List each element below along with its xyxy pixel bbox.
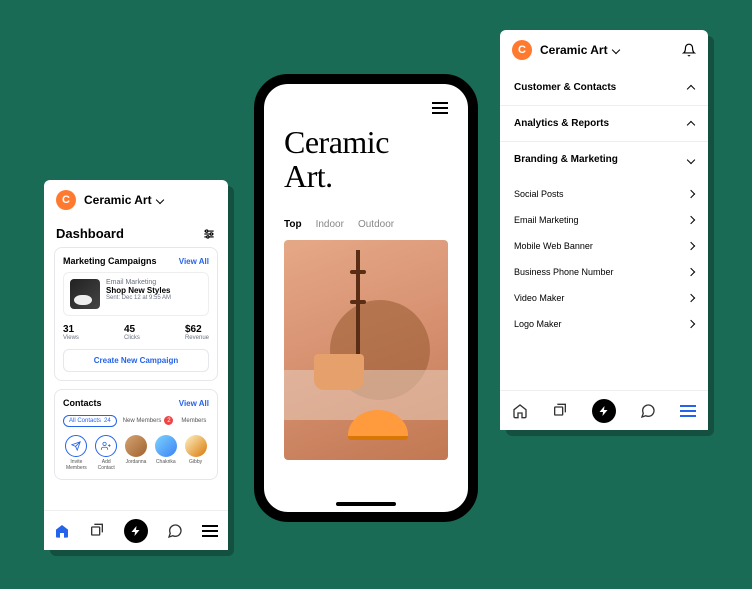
menu-panel: C Ceramic Art Customer & Contacts Analyt…: [500, 30, 708, 430]
invite-members[interactable]: Invite Members: [63, 435, 90, 471]
chevron-down-icon: [611, 46, 619, 54]
site-title: Ceramic Art.: [284, 126, 448, 193]
page-title-row: Dashboard: [44, 220, 228, 247]
bottom-nav: [500, 390, 708, 430]
bell-icon[interactable]: [682, 43, 696, 57]
chevron-up-icon: [687, 121, 695, 129]
campaign-name: Shop New Styles: [106, 286, 171, 295]
stat-revenue: $62Revenue: [185, 324, 209, 341]
brand-dropdown[interactable]: Ceramic Art: [84, 193, 163, 207]
campaign-sent: Sent: Dec 12 at 9:55 AM: [106, 295, 171, 301]
nav-bolt-icon[interactable]: [592, 399, 616, 423]
nav-home-icon[interactable]: [54, 523, 70, 539]
page-title: Dashboard: [56, 226, 124, 241]
marketing-title: Marketing Campaigns: [63, 256, 157, 266]
menu-business-phone[interactable]: Business Phone Number: [500, 259, 708, 285]
marketing-view-all[interactable]: View All: [179, 257, 209, 266]
contacts-title: Contacts: [63, 398, 102, 408]
contacts-card: Contacts View All All Contacts 24 New Me…: [54, 389, 218, 480]
create-campaign-button[interactable]: Create New Campaign: [63, 349, 209, 372]
nav-menu-icon[interactable]: [680, 405, 696, 417]
campaign-item[interactable]: Email Marketing Shop New Styles Sent: De…: [63, 272, 209, 316]
tab-indoor[interactable]: Indoor: [316, 219, 344, 230]
chevron-right-icon: [687, 190, 695, 198]
members-row: Invite Members Add Contact Jordanna Chak…: [63, 435, 209, 471]
settings-icon[interactable]: [202, 227, 216, 241]
menu-mobile-web-banner[interactable]: Mobile Web Banner: [500, 233, 708, 259]
member-chakrika[interactable]: Chakrika: [152, 435, 179, 471]
nav-home-icon[interactable]: [512, 403, 528, 419]
stat-clicks: 45Clicks: [124, 324, 140, 341]
campaign-type: Email Marketing: [106, 279, 171, 286]
chevron-right-icon: [687, 242, 695, 250]
contacts-view-all[interactable]: View All: [179, 399, 209, 408]
brand-dropdown[interactable]: Ceramic Art: [540, 43, 619, 57]
chevron-right-icon: [687, 216, 695, 224]
chevron-right-icon: [687, 294, 695, 302]
nav-screens-icon[interactable]: [89, 523, 105, 539]
nav-chat-icon[interactable]: [167, 523, 183, 539]
header: C Ceramic Art: [500, 30, 708, 70]
chevron-right-icon: [687, 268, 695, 276]
chevron-down-icon: [687, 155, 695, 163]
site-menu-icon[interactable]: [432, 102, 448, 114]
hero-image: [284, 240, 448, 460]
campaign-thumbnail: [70, 279, 100, 309]
menu-email-marketing[interactable]: Email Marketing: [500, 207, 708, 233]
nav-bolt-icon[interactable]: [124, 519, 148, 543]
tab-outdoor[interactable]: Outdoor: [358, 219, 394, 230]
chip-all-contacts[interactable]: All Contacts 24: [63, 415, 117, 427]
campaign-text: Email Marketing Shop New Styles Sent: De…: [106, 279, 171, 309]
chip-members[interactable]: Members: [179, 416, 208, 426]
section-branding-marketing[interactable]: Branding & Marketing: [500, 142, 708, 177]
category-tabs: Top Indoor Outdoor: [284, 219, 448, 230]
member-jordanna[interactable]: Jordanna: [123, 435, 150, 471]
nav-menu-icon[interactable]: [202, 525, 218, 537]
section-analytics-reports[interactable]: Analytics & Reports: [500, 106, 708, 142]
contact-filter-chips: All Contacts 24 New Members 2 Members: [63, 414, 209, 427]
brand-avatar[interactable]: C: [512, 40, 532, 60]
chip-new-members[interactable]: New Members 2: [121, 414, 176, 427]
chevron-right-icon: [687, 320, 695, 328]
marketing-card: Marketing Campaigns View All Email Marke…: [54, 247, 218, 381]
campaign-stats: 31Views 45Clicks $62Revenue: [63, 324, 209, 341]
stat-views: 31Views: [63, 324, 79, 341]
marketing-submenu: Social Posts Email Marketing Mobile Web …: [500, 177, 708, 341]
bottom-nav: [44, 510, 228, 550]
menu-video-maker[interactable]: Video Maker: [500, 285, 708, 311]
home-indicator[interactable]: [336, 502, 396, 506]
member-gibby[interactable]: Gibby: [182, 435, 209, 471]
nav-chat-icon[interactable]: [640, 403, 656, 419]
chevron-down-icon: [155, 196, 163, 204]
tab-top[interactable]: Top: [284, 219, 302, 230]
add-contact[interactable]: Add Contact: [93, 435, 120, 471]
nav-screens-icon[interactable]: [552, 403, 568, 419]
brand-name: Ceramic Art: [540, 43, 608, 57]
chevron-up-icon: [687, 85, 695, 93]
brand-name: Ceramic Art: [84, 193, 152, 207]
menu-social-posts[interactable]: Social Posts: [500, 181, 708, 207]
section-customer-contacts[interactable]: Customer & Contacts: [500, 70, 708, 106]
header: C Ceramic Art: [44, 180, 228, 220]
menu-logo-maker[interactable]: Logo Maker: [500, 311, 708, 337]
brand-avatar[interactable]: C: [56, 190, 76, 210]
dashboard-panel: C Ceramic Art Dashboard Marketing Campai…: [44, 180, 228, 550]
phone-mockup: Ceramic Art. Top Indoor Outdoor: [254, 74, 478, 522]
new-count-badge: 2: [164, 416, 173, 425]
